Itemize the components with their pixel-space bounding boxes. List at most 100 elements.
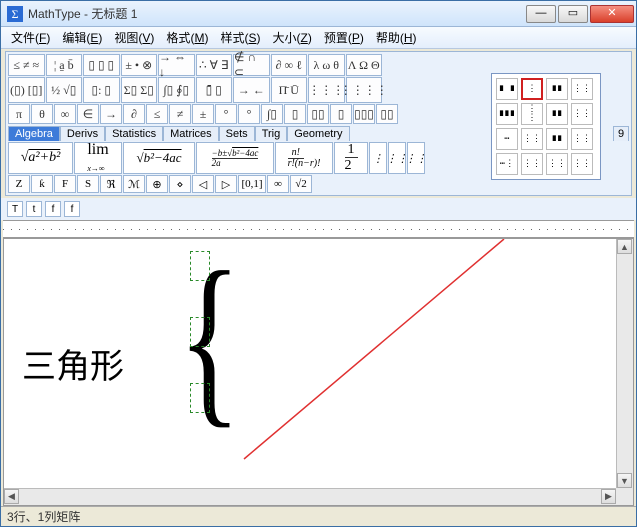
sc-sqrt2[interactable]: √2: [290, 175, 312, 193]
fence-palette[interactable]: (▯) [▯]: [8, 77, 45, 103]
style-btn-3[interactable]: f: [45, 201, 61, 217]
scroll-right-button[interactable]: ▶: [601, 489, 616, 504]
tpl-box3[interactable]: ▯: [330, 104, 352, 124]
sc-f[interactable]: F: [54, 175, 76, 193]
tpl-box2[interactable]: ▯▯: [307, 104, 329, 124]
tpl-int[interactable]: ∫▯: [261, 104, 283, 124]
formula-col1[interactable]: ⋮: [369, 142, 387, 174]
title-bar[interactable]: Σ MathType - 无标题 1 — ▭ ✕: [1, 1, 636, 27]
sym-theta[interactable]: θ: [31, 104, 53, 124]
tpl-box4[interactable]: ▯▯▯: [353, 104, 375, 124]
matrix-palette-2[interactable]: ⋮⋮⋮⋮: [346, 77, 383, 103]
formula-sqrt-ab[interactable]: √a²+b²: [8, 142, 73, 174]
matrix-2x1[interactable]: ⋮⋮: [571, 78, 593, 100]
misc-palette[interactable]: ∂ ∞ ℓ: [271, 54, 308, 76]
menu-prefs[interactable]: 预置(P): [318, 27, 370, 48]
matrix-2x2a[interactable]: ⋮ ⋮: [521, 103, 543, 125]
formula-binomial[interactable]: n!r!(n−r)!: [275, 142, 333, 174]
menu-edit[interactable]: 编辑(E): [56, 27, 108, 48]
overbar-palette[interactable]: ▯̄ ▯: [196, 77, 233, 103]
matrix-2x2c[interactable]: ⋮⋮: [571, 103, 593, 125]
matrix-3x3b[interactable]: ⋯⋮: [496, 153, 518, 175]
sym-arrow[interactable]: →: [100, 104, 122, 124]
formula-limit[interactable]: limx→∞: [74, 142, 122, 174]
sc-oplus[interactable]: ⊕: [146, 175, 168, 193]
style-btn-1[interactable]: T: [7, 201, 23, 217]
sc-inf[interactable]: ∞: [267, 175, 289, 193]
equation-canvas[interactable]: 三角形 {: [4, 239, 616, 488]
sc-diamond[interactable]: ⋄: [169, 175, 191, 193]
fraction-palette[interactable]: ½ √▯: [46, 77, 83, 103]
matrix-4x3[interactable]: ⋮⋮: [571, 153, 593, 175]
ruler[interactable]: [3, 220, 634, 238]
formula-half[interactable]: 12: [334, 142, 368, 174]
scroll-left-button[interactable]: ◀: [4, 489, 19, 504]
matrix-1x3[interactable]: ∎∎∎: [496, 103, 518, 125]
matrix-3x1[interactable]: ⋮: [521, 78, 543, 100]
operators-palette[interactable]: ± • ⊗: [121, 54, 158, 76]
formula-discriminant[interactable]: √b²−4ac: [123, 142, 195, 174]
matrix-2x2b[interactable]: ∎∎: [546, 103, 568, 125]
tab-sets[interactable]: Sets: [219, 126, 255, 141]
menu-file[interactable]: 文件(F): [5, 27, 56, 48]
menu-view[interactable]: 视图(V): [108, 27, 160, 48]
matrix-3x2[interactable]: ⋮⋮: [521, 128, 543, 150]
script-palette[interactable]: ▯: ▯: [83, 77, 120, 103]
greek-upper-palette[interactable]: Λ Ω Θ: [346, 54, 383, 76]
logic-palette[interactable]: ∴ ∀ ∃: [196, 54, 233, 76]
sym-degree2[interactable]: °: [238, 104, 260, 124]
tab-trig[interactable]: Trig: [255, 126, 288, 141]
sym-partial[interactable]: ∂: [123, 104, 145, 124]
sym-degree[interactable]: °: [215, 104, 237, 124]
close-button[interactable]: ✕: [590, 5, 634, 23]
horizontal-scrollbar[interactable]: ◀ ▶: [4, 488, 616, 505]
relations-palette[interactable]: ≤ ≠ ≈: [8, 54, 45, 76]
sym-infinity[interactable]: ∞: [54, 104, 76, 124]
formula-col3[interactable]: ⋮⋮: [407, 142, 425, 174]
menu-style[interactable]: 样式(S): [214, 27, 266, 48]
formula-quadratic[interactable]: −b±√b²−4ac2a: [196, 142, 274, 174]
tab-derivs[interactable]: Derivs: [60, 126, 105, 141]
sc-interval[interactable]: [0,1]: [238, 175, 266, 193]
embellish-palette[interactable]: ▯ ▯ ▯: [83, 54, 120, 76]
arrows-palette[interactable]: → ⇔ ↓: [158, 54, 195, 76]
sym-pm[interactable]: ±: [192, 104, 214, 124]
sym-pi[interactable]: π: [8, 104, 30, 124]
matrix-row-dots[interactable]: ⋯: [496, 128, 518, 150]
maximize-button[interactable]: ▭: [558, 5, 588, 23]
tab-algebra[interactable]: Algebra: [8, 126, 60, 141]
menu-format[interactable]: 格式(M): [160, 27, 214, 48]
sym-ne[interactable]: ≠: [169, 104, 191, 124]
sum-palette[interactable]: Σ▯ Σ▯: [121, 77, 158, 103]
matrix-2x3[interactable]: ∎∎: [546, 128, 568, 150]
scroll-up-button[interactable]: ▲: [617, 239, 632, 254]
sc-s[interactable]: S: [77, 175, 99, 193]
menu-help[interactable]: 帮助(H): [370, 27, 423, 48]
spaces-palette[interactable]: ¦ a̱ b̄: [46, 54, 83, 76]
sc-m[interactable]: ℳ: [123, 175, 145, 193]
product-palette[interactable]: Π̄ Ū: [271, 77, 308, 103]
matrix-3x3a[interactable]: ⋮⋮: [571, 128, 593, 150]
matrix-1x1[interactable]: ∎ ∎: [496, 78, 518, 100]
arrow-template-palette[interactable]: → ←: [233, 77, 270, 103]
set-palette[interactable]: ∉ ∩ ⊂: [233, 54, 270, 76]
menu-size[interactable]: 大小(Z): [266, 27, 317, 48]
matrix-4x2[interactable]: ⋮⋮: [546, 153, 568, 175]
vertical-scrollbar[interactable]: ▲ ▼: [616, 239, 633, 488]
tpl-box5[interactable]: ▯▯: [376, 104, 398, 124]
minimize-button[interactable]: —: [526, 5, 556, 23]
scroll-down-button[interactable]: ▼: [617, 473, 632, 488]
tab-geometry[interactable]: Geometry: [287, 126, 349, 141]
sym-elementof[interactable]: ∈: [77, 104, 99, 124]
sym-le[interactable]: ≤: [146, 104, 168, 124]
greek-lower-palette[interactable]: λ ω θ: [308, 54, 345, 76]
sc-tri-l[interactable]: ◁: [192, 175, 214, 193]
integral-palette[interactable]: ∫▯ ∮▯: [158, 77, 195, 103]
style-btn-4[interactable]: f: [64, 201, 80, 217]
matrix-4x1[interactable]: ⋮⋮: [521, 153, 543, 175]
matrix-1x2[interactable]: ∎∎: [546, 78, 568, 100]
style-btn-2[interactable]: t: [26, 201, 42, 217]
sc-re[interactable]: ℜ: [100, 175, 122, 193]
sc-z[interactable]: Z: [8, 175, 30, 193]
tpl-box1[interactable]: ▯: [284, 104, 306, 124]
